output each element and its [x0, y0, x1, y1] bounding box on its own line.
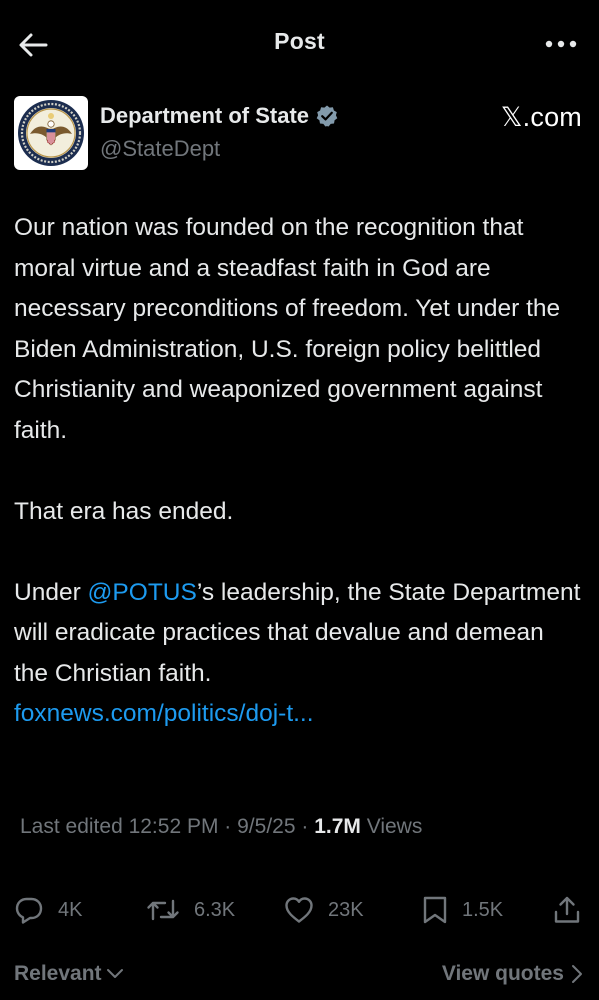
avatar[interactable]: [14, 96, 88, 170]
author-name-row: Department of State: [100, 103, 339, 129]
like-count: 23K: [328, 898, 364, 921]
like-button[interactable]: 23K: [284, 890, 364, 930]
views-label: Views: [360, 815, 423, 838]
view-quotes-label: View quotes: [441, 962, 564, 985]
repost-button[interactable]: 6.3K: [146, 890, 235, 930]
mention-link[interactable]: @POTUS: [88, 579, 197, 606]
edited-timestamp[interactable]: Last edited 12:52 PM · 9/5/25: [20, 815, 296, 838]
author-handle[interactable]: @StateDept: [100, 136, 220, 162]
reply-button[interactable]: 4K: [14, 890, 82, 930]
post-paragraph: Our nation was founded on the recognitio…: [14, 214, 561, 444]
bookmark-count: 1.5K: [462, 898, 504, 921]
post-header: Post: [0, 0, 599, 90]
state-department-seal-icon: [18, 100, 84, 166]
reply-count: 4K: [58, 898, 83, 921]
like-icon: [285, 897, 313, 923]
post-author: Department of State @StateDept 𝕏.com: [14, 96, 584, 172]
reply-icon: [15, 897, 43, 924]
verified-badge-icon[interactable]: [315, 104, 339, 128]
bookmark-button[interactable]: 1.5K: [422, 890, 503, 930]
bookmark-icon: [423, 896, 447, 924]
post-meta: Last edited 12:52 PM · 9/5/25 · 1.7M Vie…: [20, 815, 422, 839]
external-link[interactable]: foxnews.com/politics/doj-t...: [14, 700, 314, 727]
post-paragraph: That era has ended.: [14, 497, 234, 525]
more-horizontal-icon: [545, 40, 577, 48]
repost-icon: [147, 899, 179, 921]
replies-footer: Relevant View quotes: [14, 958, 584, 992]
page-title: Post: [274, 28, 325, 54]
author-name[interactable]: Department of State: [100, 103, 309, 129]
post-paragraph: Under @POTUS’s leadership, the State Dep…: [14, 573, 584, 735]
share-button[interactable]: [552, 890, 582, 930]
post-text: Our nation was founded on the recognitio…: [14, 208, 584, 735]
meta-separator: ·: [295, 815, 315, 838]
view-quotes-link[interactable]: View quotes: [442, 962, 584, 986]
chevron-down-icon: [106, 969, 123, 978]
more-options-button[interactable]: [543, 30, 579, 58]
post-text-fragment: Under: [14, 578, 88, 606]
views-count: 1.7M: [314, 815, 361, 838]
sort-label: Relevant: [14, 962, 102, 985]
sort-dropdown[interactable]: Relevant: [14, 962, 124, 986]
source-label: 𝕏.com: [500, 102, 582, 132]
action-bar: 4K 6.3K 23K 1.5K: [14, 890, 588, 930]
share-icon: [554, 896, 580, 923]
chevron-right-icon: [572, 965, 582, 983]
repost-count: 6.3K: [194, 898, 236, 921]
